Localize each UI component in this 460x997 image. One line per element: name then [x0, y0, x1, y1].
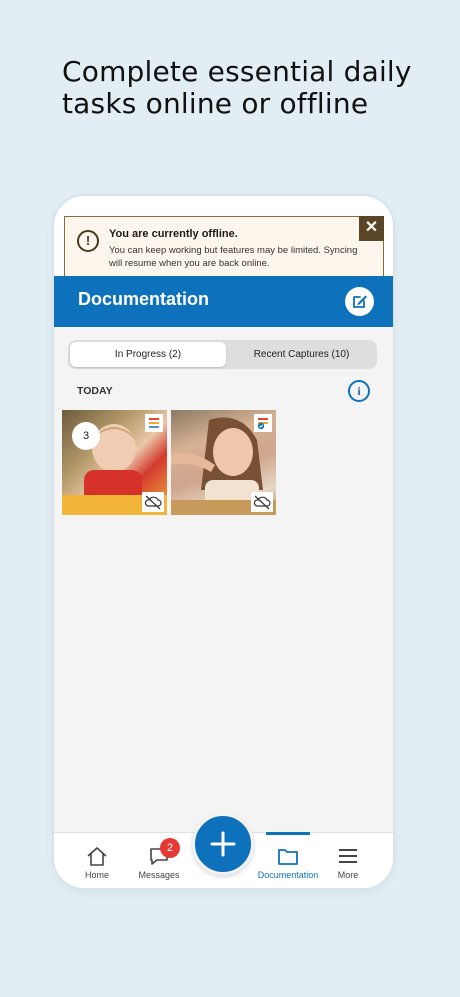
documentation-header: Documentation — [54, 276, 393, 327]
cloud-off-icon — [142, 492, 164, 512]
exclamation-icon: ! — [77, 230, 99, 252]
edit-button[interactable] — [345, 287, 374, 316]
add-button[interactable] — [192, 813, 254, 875]
tab-more-label: More — [337, 870, 359, 880]
tab-home[interactable]: Home — [62, 833, 132, 888]
offline-banner-body: You can keep working but features may be… — [109, 245, 358, 269]
tab-home-label: Home — [84, 870, 109, 880]
headline-line-2: tasks online or offline — [62, 87, 369, 120]
capture-count-badge: 3 — [72, 422, 100, 450]
edit-icon — [353, 295, 367, 308]
photo-thumbnail[interactable] — [171, 410, 276, 515]
segmented-control: In Progress (2) Recent Captures (10) — [68, 340, 377, 369]
segment-recent-captures[interactable]: Recent Captures (10) — [228, 342, 375, 367]
offline-banner: ! You are currently offline. You can kee… — [64, 216, 384, 280]
plus-icon — [210, 831, 236, 857]
section-label-today: TODAY — [77, 385, 113, 397]
close-icon[interactable]: ✕ — [359, 216, 384, 241]
documentation-content: In Progress (2) Recent Captures (10) TOD… — [54, 327, 393, 832]
headline: Complete essential daily tasks online or… — [62, 56, 432, 120]
segment-in-progress[interactable]: In Progress (2) — [70, 342, 226, 367]
headline-line-1: Complete essential daily — [62, 55, 412, 88]
info-icon[interactable]: i — [348, 380, 370, 402]
folder-icon — [278, 849, 298, 865]
messages-badge: 2 — [160, 838, 180, 858]
tab-more[interactable]: More — [313, 833, 383, 888]
menu-icon — [339, 849, 357, 863]
tab-messages[interactable]: Messages — [124, 833, 194, 888]
cloud-off-icon — [251, 492, 273, 512]
offline-banner-title: You are currently offline. — [109, 228, 238, 240]
list-tag-icon — [145, 414, 163, 432]
tab-messages-label: Messages — [138, 870, 180, 880]
photo-thumbnail[interactable]: 3 — [62, 410, 167, 515]
checked-list-icon — [254, 414, 272, 432]
home-icon — [87, 847, 107, 866]
page-title: Documentation — [78, 289, 210, 309]
phone-frame: ! You are currently offline. You can kee… — [54, 196, 393, 888]
